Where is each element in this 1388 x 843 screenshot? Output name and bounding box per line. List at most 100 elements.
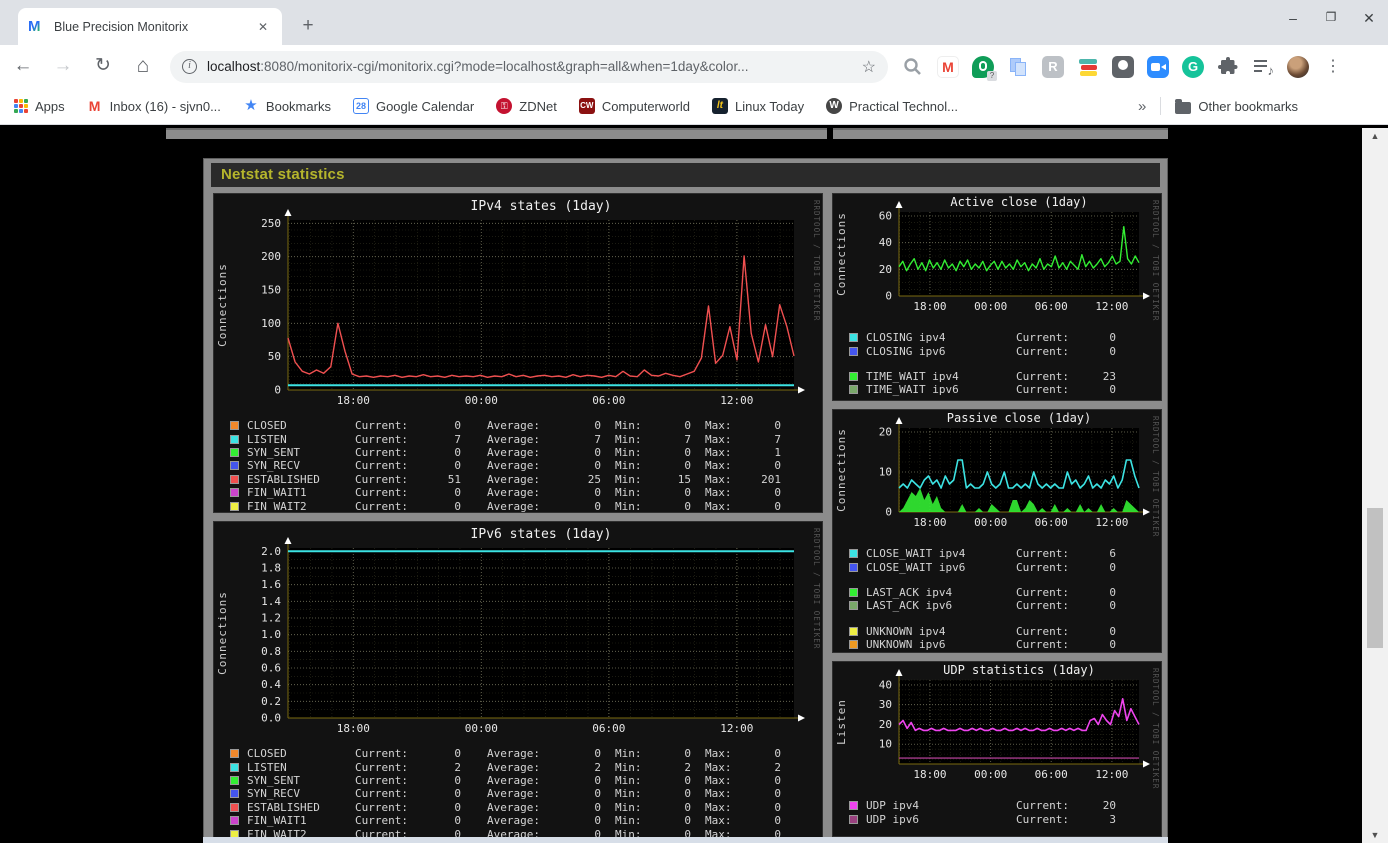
tab-title: Blue Precision Monitorix [54, 19, 189, 34]
bookmark-linux-today[interactable]: lt Linux Today [711, 98, 804, 114]
legend-swatch [230, 775, 239, 785]
current-label: Current: [355, 787, 408, 801]
passive-close-chart[interactable]: 0 10 20 18:00 00:00 06:00 12:00 Passive close (… [833, 410, 1161, 529]
max-value: 2 [774, 760, 781, 774]
ipv4-states-chart[interactable]: 0 50 100 150 200 250 18:00 00:00 06:00 12:00 IPv4 … [214, 194, 822, 408]
scrollbar-thumb[interactable] [1367, 508, 1383, 648]
browser-window: M Blue Precision Monitorix ✕ + – ❐ ✕ ← →… [0, 0, 1388, 843]
bookmark-apps[interactable]: Apps [14, 99, 65, 114]
books-extension-icon[interactable] [1077, 56, 1099, 78]
bookmark-google-calendar[interactable]: 28 Google Calendar [352, 98, 474, 114]
current-value: 0 [1109, 344, 1116, 358]
ipv6-states-graph-panel[interactable]: 0.0 0.2 0.4 0.6 0.8 1.0 1.2 1.4 1.6 1.8 2.0 18:00 00… [213, 521, 823, 843]
url-host: localhost [207, 59, 261, 74]
bookmark-inbox[interactable]: M Inbox (16) - sjvn0... [87, 98, 221, 114]
legend-label: FIN_WAIT1 [247, 814, 307, 828]
rrdtool-watermark: RRDTOOL / TOBI OETIKER [1151, 416, 1160, 538]
legend-row-udp-ipv6: UDP ipv6 Current: 3 [833, 812, 1161, 826]
search-extension-icon[interactable] [902, 56, 924, 78]
rrdtool-watermark: RRDTOOL / TOBI OETIKER [812, 528, 821, 650]
current-value: 0 [454, 459, 461, 473]
max-label: Max: [705, 499, 732, 513]
home-icon[interactable]: ⌂ [126, 50, 160, 84]
current-label: Current: [1016, 585, 1069, 599]
back-icon[interactable]: ← [6, 50, 40, 84]
bookmark-practical-technology[interactable]: W Practical Technol... [826, 98, 958, 114]
legend-label: ESTABLISHED [247, 472, 320, 486]
current-label: Current: [1016, 624, 1069, 638]
legend-row-fin-wait2: FIN_WAIT2 Current: 0 Average: 0 Min: 0 Max: 0 [214, 499, 822, 512]
menu-dots-icon[interactable]: ⋮ [1322, 56, 1344, 78]
min-label: Min: [615, 486, 642, 500]
legend-swatch [230, 488, 239, 498]
phone-extension-icon[interactable]: ? [972, 55, 997, 81]
zoom-meeting-extension-icon[interactable] [1147, 55, 1169, 78]
grammarly-extension-icon[interactable]: G [1182, 55, 1204, 78]
page-info-icon[interactable]: i [182, 59, 197, 74]
y-tick-label: 20 [879, 263, 892, 276]
window-minimize-button[interactable]: – [1282, 10, 1304, 27]
bookmark-label: Computerworld [601, 98, 690, 114]
ipv6-states-legend: CLOSED Current: 0 Average: 0 Min: 0 Max: 0 LISTEN… [214, 747, 822, 841]
new-tab-button[interactable]: + [296, 14, 320, 38]
reader-extension-icon[interactable] [1112, 55, 1134, 78]
y-axis-label: Connections [216, 263, 229, 347]
legend-swatch [849, 346, 858, 356]
min-value: 0 [684, 814, 691, 828]
tab-close-icon[interactable]: ✕ [254, 18, 272, 36]
copy-pages-extension-icon[interactable] [1007, 56, 1029, 78]
reload-icon[interactable]: ↻ [86, 50, 120, 84]
passive-close-graph-panel[interactable]: 0 10 20 18:00 00:00 06:00 12:00 Passive close (… [832, 409, 1162, 653]
y-axis-label: Connections [835, 428, 848, 512]
window-close-button[interactable]: ✕ [1358, 10, 1380, 27]
bookmark-star-icon[interactable]: ☆ [862, 57, 876, 77]
browser-tab[interactable]: M Blue Precision Monitorix ✕ [18, 8, 282, 45]
r-extension-icon[interactable]: R [1042, 55, 1064, 78]
url-text[interactable]: localhost:8080/monitorix-cgi/monitorix.c… [207, 59, 854, 74]
average-label: Average: [487, 760, 540, 774]
address-bar[interactable]: i localhost:8080/monitorix-cgi/monitorix… [170, 50, 888, 83]
active-close-chart[interactable]: 0 20 40 60 18:00 00:00 06:00 12:00 Active close … [833, 194, 1161, 313]
current-label: Current: [355, 773, 408, 787]
active-close-graph-panel[interactable]: 0 20 40 60 18:00 00:00 06:00 12:00 Active close … [832, 193, 1162, 401]
playlist-extension-icon[interactable]: ♪ [1252, 56, 1274, 78]
ipv4-states-legend: CLOSED Current: 0 Average: 0 Min: 0 Max: 0 LISTEN… [214, 419, 822, 512]
udp-statistics-graph-panel[interactable]: 10 20 30 40 18:00 00:00 06:00 12:00 UDP statisti… [832, 661, 1162, 837]
ipv6-states-chart[interactable]: 0.0 0.2 0.4 0.6 0.8 1.0 1.2 1.4 1.6 1.8 2.0 18:00 00… [214, 522, 822, 736]
bookmark-other-bookmarks[interactable]: Other bookmarks [1175, 98, 1298, 114]
legend-swatch [849, 640, 858, 650]
bookmarks-overflow-chevron[interactable]: » [1138, 98, 1146, 115]
current-label: Current: [355, 419, 408, 433]
legend-swatch [230, 461, 239, 471]
y-tick-label: 1.6 [261, 578, 281, 591]
window-maximize-button[interactable]: ❐ [1320, 10, 1342, 27]
scroll-down-arrow[interactable]: ▼ [1362, 827, 1388, 843]
max-value: 7 [774, 432, 781, 446]
udp-statistics-chart[interactable]: 10 20 30 40 18:00 00:00 06:00 12:00 UDP statisti… [833, 662, 1161, 781]
legend-label: CLOSE_WAIT ipv4 [866, 547, 966, 561]
extensions-puzzle-icon[interactable] [1217, 56, 1239, 78]
x-tick-label: 18:00 [337, 722, 370, 735]
max-value: 0 [774, 419, 781, 433]
min-label: Min: [615, 499, 642, 513]
legend-label: LAST_ACK ipv6 [866, 599, 953, 613]
gmail-extension-icon[interactable]: M [937, 55, 959, 78]
average-label: Average: [487, 459, 540, 473]
max-label: Max: [705, 800, 732, 814]
max-label: Max: [705, 432, 732, 446]
forward-icon[interactable]: → [46, 50, 80, 84]
ipv4-states-graph-panel[interactable]: 0 50 100 150 200 250 18:00 00:00 06:00 12:00 IPv4 … [213, 193, 823, 513]
legend-row-close-wait-ipv4: CLOSE_WAIT ipv4 Current: 6 [833, 547, 1161, 560]
section-title: Netstat statistics [211, 163, 1160, 187]
bookmark-zdnet[interactable]: ⚿ ZDNet [496, 98, 557, 114]
bookmark-bookmarks[interactable]: ★ Bookmarks [243, 98, 331, 114]
current-value: 6 [1109, 547, 1116, 561]
average-value: 0 [594, 814, 601, 828]
scroll-up-arrow[interactable]: ▲ [1362, 128, 1388, 144]
page-scrollbar[interactable]: ▲ ▼ [1362, 128, 1388, 843]
max-value: 0 [774, 787, 781, 801]
legend-label: CLOSE_WAIT ipv6 [866, 560, 966, 574]
current-value: 0 [1109, 599, 1116, 613]
profile-avatar[interactable] [1287, 55, 1309, 78]
bookmark-computerworld[interactable]: CW Computerworld [578, 98, 690, 114]
